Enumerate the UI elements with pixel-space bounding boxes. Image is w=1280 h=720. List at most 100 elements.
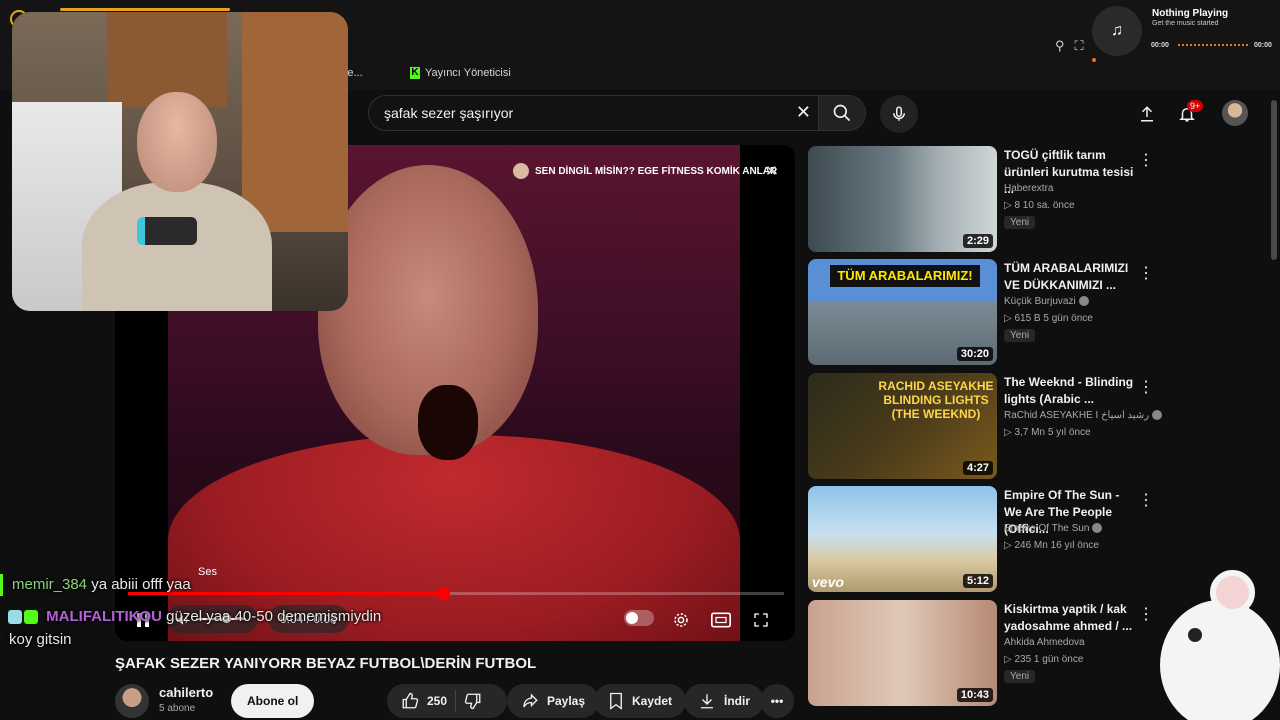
progress-bar[interactable] bbox=[128, 587, 784, 600]
bookmark-creator-dashboard[interactable]: K Yayıncı Yöneticisi bbox=[410, 67, 511, 79]
more-vertical-icon[interactable]: ⋮ bbox=[1138, 150, 1154, 170]
now-playing-time-start: 00:00 bbox=[1151, 42, 1169, 49]
recommended-title[interactable]: Kiskirtma yaptik / kak yadosahme ahmed /… bbox=[1004, 601, 1136, 635]
now-playing-progress[interactable] bbox=[1178, 44, 1248, 46]
webcam-microphone bbox=[137, 217, 197, 245]
mouse-ear bbox=[1210, 570, 1255, 615]
pin-icon[interactable]: ⚲ bbox=[1055, 38, 1065, 54]
recommended-meta: ▷ 235 1 gün önce bbox=[1004, 654, 1084, 665]
search-button[interactable] bbox=[818, 95, 866, 131]
thumbnail-text: TÜM ARABALARIMIZ! bbox=[830, 265, 980, 287]
recommended-meta: ▷ 8 10 sa. önce bbox=[1004, 200, 1075, 211]
verified-icon bbox=[1092, 523, 1103, 534]
badge-icon bbox=[8, 610, 22, 625]
save-button[interactable]: Kaydet bbox=[594, 684, 687, 718]
video-thumbnail[interactable]: 10:43 bbox=[808, 600, 997, 706]
notification-badge: 9+ bbox=[1187, 100, 1204, 112]
progress-scrubber[interactable] bbox=[436, 587, 450, 600]
recommended-meta: ▷ 246 Mn 16 yıl önce bbox=[1004, 540, 1099, 551]
video-duration: 5:12 bbox=[962, 574, 993, 588]
video-duration: 30:20 bbox=[956, 347, 993, 361]
new-badge: Yeni bbox=[1004, 329, 1036, 342]
channel-name[interactable]: cahilerto bbox=[159, 685, 213, 700]
music-note-icon[interactable]: ♫ bbox=[1092, 6, 1142, 56]
subscriber-count: 5 abone bbox=[159, 703, 196, 714]
chat-highlight-bar bbox=[0, 574, 3, 596]
verified-icon bbox=[1078, 296, 1089, 307]
now-playing-dot bbox=[1092, 58, 1096, 62]
like-divider bbox=[455, 690, 457, 712]
autoplay-toggle[interactable] bbox=[624, 610, 654, 626]
recommended-title[interactable]: The Weeknd - Blinding lights (Arabic ... bbox=[1004, 374, 1136, 408]
recommended-title[interactable]: TÜM ARABALARIMIZI VE DÜKKANIMIZI ... bbox=[1004, 260, 1136, 294]
search-icon bbox=[833, 104, 851, 122]
overlay-video-title[interactable]: SEN DİNGİL MİSİN?? EGE FİTNESS KOMİK ANL… bbox=[513, 163, 777, 179]
more-vertical-icon[interactable]: ⋮ bbox=[1138, 377, 1154, 397]
chat-message: MALIFALITIKOU güzel yaa 40-50 dememişmiy… bbox=[8, 608, 381, 625]
gear-icon bbox=[674, 613, 688, 627]
like-button[interactable]: 250 bbox=[401, 692, 447, 710]
recommended-channel[interactable]: Küçük Burjuvazi bbox=[1004, 296, 1089, 307]
recommended-video[interactable]: vevo 5:12 Empire Of The Sun - We Are The… bbox=[808, 486, 1154, 592]
thumbnail-text: RACHID ASEYAKHE BLINDING LIGHTS (THE WEE… bbox=[878, 379, 994, 421]
channel-avatar[interactable] bbox=[115, 684, 149, 718]
account-avatar[interactable] bbox=[1222, 100, 1248, 126]
search-box: ✕ bbox=[368, 95, 820, 131]
chat-text: ya abiii offf yaa bbox=[91, 576, 191, 593]
dislike-button[interactable] bbox=[464, 692, 482, 710]
more-vertical-icon[interactable]: ⋮ bbox=[1138, 263, 1154, 283]
recommended-channel[interactable]: Haberextra bbox=[1004, 183, 1053, 194]
video-thumbnail[interactable]: 2:29 bbox=[808, 146, 997, 252]
webcam-person-body bbox=[82, 182, 272, 311]
like-dislike-group: 250 bbox=[387, 684, 507, 718]
more-vertical-icon[interactable]: ⋮ bbox=[1138, 490, 1154, 510]
recommended-meta: ▷ 615 B 5 gün önce bbox=[1004, 313, 1093, 324]
subscribe-button[interactable]: Abone ol bbox=[231, 684, 315, 718]
video-thumbnail[interactable]: TÜM ARABALARIMIZ! 30:20 bbox=[808, 259, 997, 365]
webcam-door bbox=[242, 12, 348, 232]
chat-badges bbox=[8, 610, 38, 625]
recommended-video[interactable]: RACHID ASEYAKHE BLINDING LIGHTS (THE WEE… bbox=[808, 373, 1163, 479]
now-playing-subtitle: Get the music started bbox=[1152, 20, 1219, 27]
streamer-webcam bbox=[12, 12, 348, 311]
fullscreen-button[interactable] bbox=[750, 607, 772, 633]
video-title: ŞAFAK SEZER YANIYORR BEYAZ FUTBOL\DERİN … bbox=[115, 655, 537, 672]
theater-mode-button[interactable] bbox=[710, 607, 732, 633]
voice-search-button[interactable] bbox=[880, 95, 918, 133]
now-playing-title: Nothing Playing bbox=[1152, 8, 1229, 19]
chat-text: güzel yaa 40-50 dememişmiydin bbox=[166, 608, 382, 625]
chat-username[interactable]: MALIFALITIKOU bbox=[46, 608, 162, 625]
video-duration: 2:29 bbox=[962, 234, 993, 248]
new-badge: Yeni bbox=[1004, 670, 1036, 683]
kick-logo-icon: K bbox=[410, 67, 420, 79]
download-button[interactable]: İndir bbox=[684, 684, 764, 718]
now-playing-time-end: 00:00 bbox=[1254, 42, 1272, 49]
video-thumbnail[interactable]: RACHID ASEYAKHE BLINDING LIGHTS (THE WEE… bbox=[808, 373, 997, 479]
video-duration: 10:43 bbox=[956, 688, 993, 702]
fullscreen-icon bbox=[754, 613, 768, 627]
recommended-video[interactable]: 2:29 TOGÜ çiftlik tarım ürünleri kurutma… bbox=[808, 146, 1154, 252]
badge-icon bbox=[24, 610, 38, 625]
theater-icon bbox=[711, 612, 731, 628]
video-thumbnail[interactable]: vevo 5:12 bbox=[808, 486, 997, 592]
overlay-channel-avatar bbox=[513, 163, 529, 179]
download-icon bbox=[701, 694, 713, 709]
close-icon[interactable]: ✕ bbox=[765, 162, 778, 180]
settings-button[interactable] bbox=[670, 607, 692, 633]
recommended-channel[interactable]: Empire Of The Sun bbox=[1004, 523, 1103, 534]
scrollbar-thumb[interactable] bbox=[1271, 100, 1277, 260]
recommended-video[interactable]: TÜM ARABALARIMIZ! 30:20 TÜM ARABALARIMIZ… bbox=[808, 259, 1154, 365]
upload-icon bbox=[1141, 106, 1153, 122]
bookmark-icon bbox=[610, 692, 622, 710]
upload-button[interactable] bbox=[1135, 102, 1159, 126]
recommended-channel[interactable]: Ahkida Ahmedova bbox=[1004, 637, 1085, 648]
crop-icon[interactable]: ⛶ bbox=[1075, 38, 1084, 54]
recommended-channel[interactable]: RaChid ASEYAKHE I رشيد اسياخ bbox=[1004, 410, 1163, 421]
search-input[interactable] bbox=[384, 105, 784, 121]
webcam-person-head bbox=[137, 92, 217, 192]
more-actions-button[interactable]: ••• bbox=[760, 684, 794, 718]
share-button[interactable]: Paylaş bbox=[507, 684, 600, 718]
clear-search-icon[interactable]: ✕ bbox=[796, 102, 811, 123]
recommended-video[interactable]: 10:43 Kiskirtma yaptik / kak yadosahme a… bbox=[808, 600, 1154, 706]
chat-username[interactable]: memir_384 bbox=[12, 576, 87, 593]
